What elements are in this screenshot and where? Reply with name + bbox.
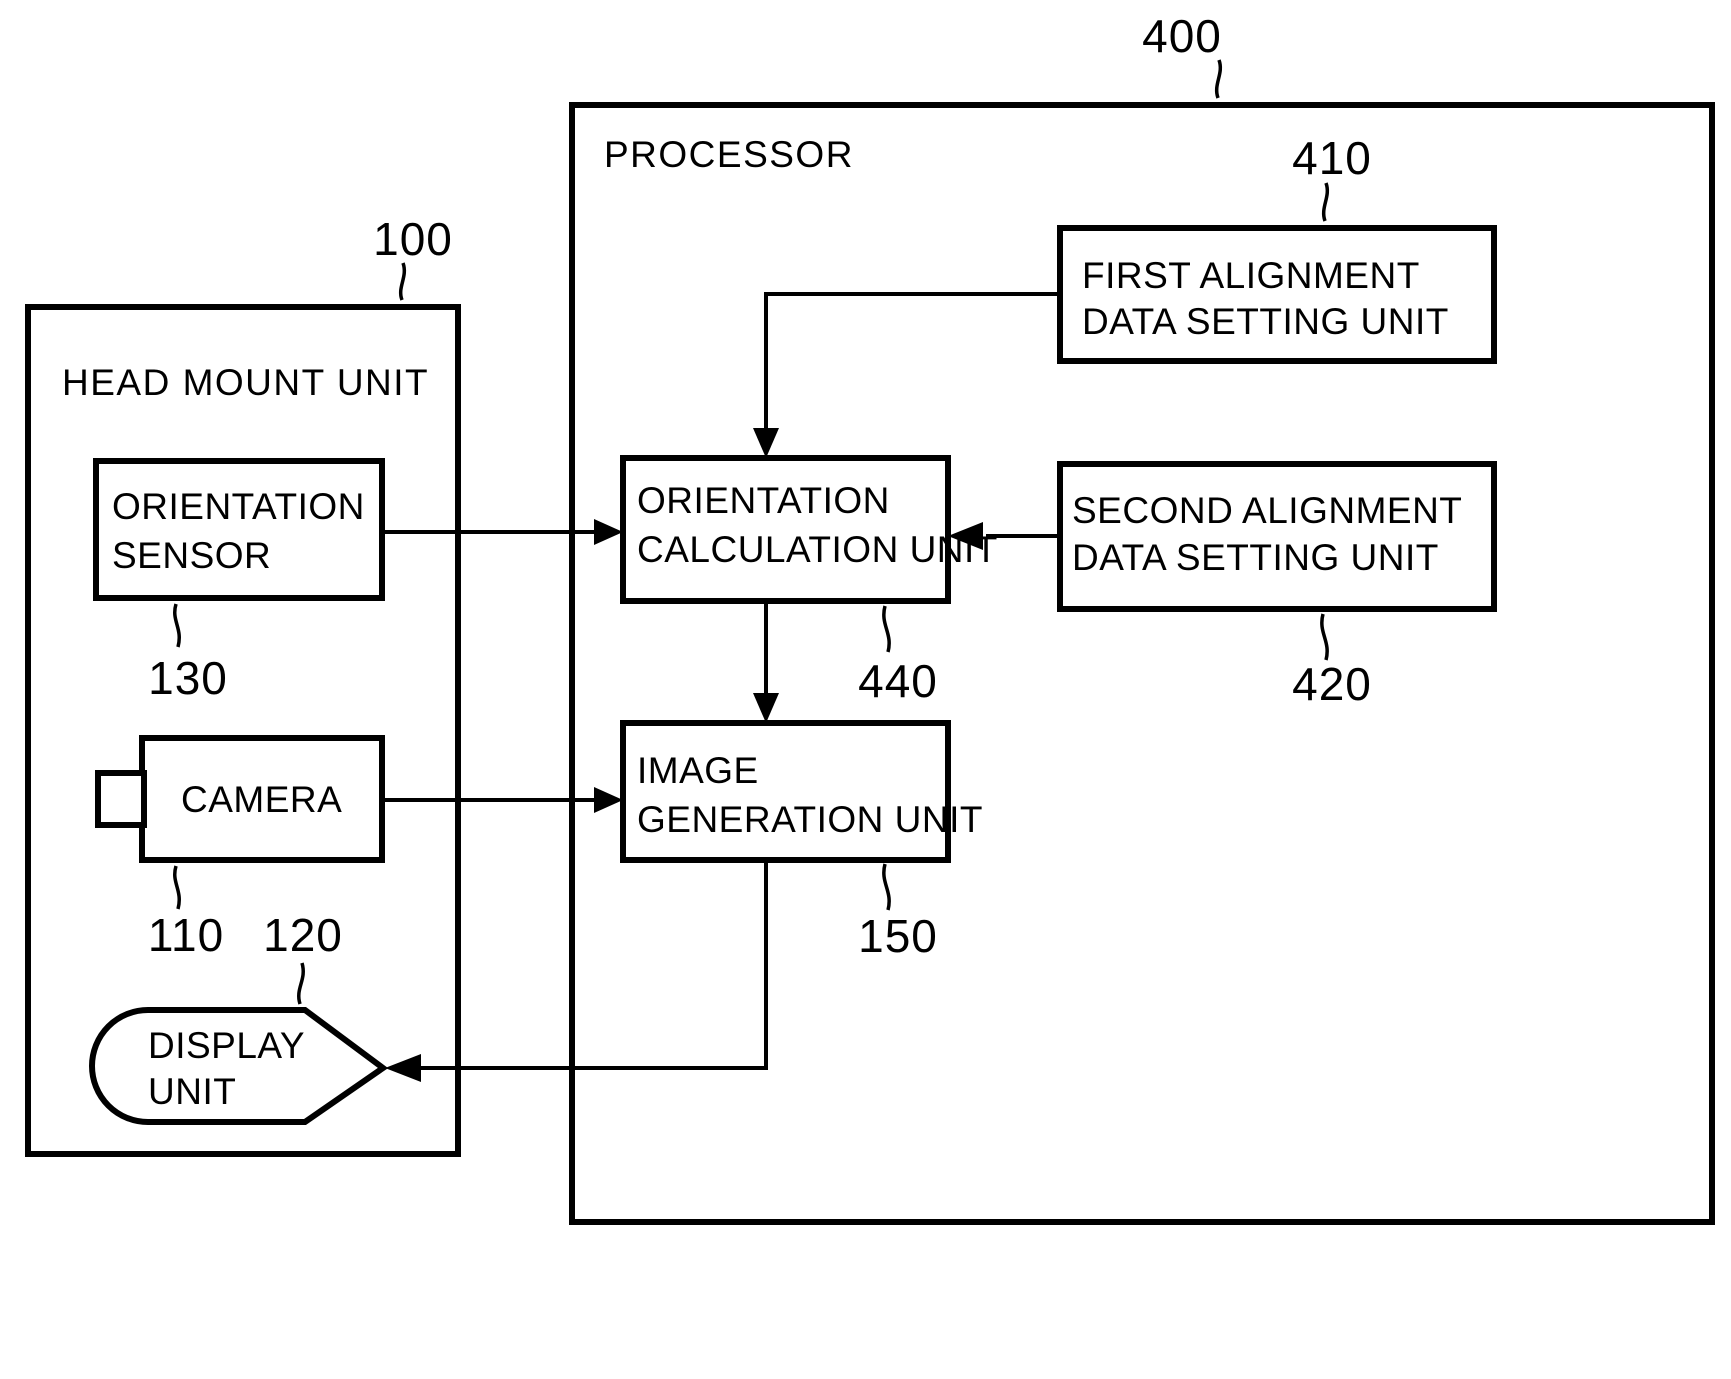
orientation-sensor-label-line2: SENSOR xyxy=(112,535,271,576)
arrowhead-image-gen-to-display-unit xyxy=(385,1054,421,1082)
leader-line-400 xyxy=(1215,59,1222,99)
ref-numeral-440: 440 xyxy=(858,655,938,707)
ref-numeral-400: 400 xyxy=(1142,10,1222,62)
leader-line-130 xyxy=(173,603,181,648)
image-generation-label-line1: IMAGE xyxy=(637,750,759,791)
camera-label: CAMERA xyxy=(181,779,342,820)
ref-numeral-420: 420 xyxy=(1292,658,1372,710)
processor-label: PROCESSOR xyxy=(604,134,854,175)
display-unit-label-line1: DISPLAY xyxy=(148,1025,305,1066)
block-diagram: PROCESSOR 400 HEAD MOUNT UNIT 100 ORIENT… xyxy=(25,10,1715,1225)
leader-line-420 xyxy=(1320,613,1329,661)
leader-line-110 xyxy=(173,865,181,910)
ref-numeral-150: 150 xyxy=(858,910,938,962)
first-alignment-label-line2: DATA SETTING UNIT xyxy=(1082,301,1449,342)
leader-line-120 xyxy=(297,962,305,1005)
ref-numeral-100: 100 xyxy=(373,213,453,265)
arrowhead-sensor-to-orientation-calc xyxy=(594,519,623,545)
ref-numeral-110: 110 xyxy=(148,909,224,961)
first-alignment-label-line1: FIRST ALIGNMENT xyxy=(1082,255,1420,296)
orientation-calculation-label-line2: CALCULATION UNIT xyxy=(637,529,998,570)
ref-numeral-410: 410 xyxy=(1292,132,1372,184)
orientation-sensor-box xyxy=(93,458,385,601)
camera-lens-icon xyxy=(95,770,147,828)
display-unit-label-line2: UNIT xyxy=(148,1071,236,1112)
arrowhead-orientation-calc-to-image-gen xyxy=(753,693,779,723)
second-alignment-label-line2: DATA SETTING UNIT xyxy=(1072,537,1439,578)
connector-first-alignment-to-orientation-calc xyxy=(764,292,1060,434)
patent-figure-canvas: PROCESSOR 400 HEAD MOUNT UNIT 100 ORIENT… xyxy=(0,0,1731,1379)
leader-line-440 xyxy=(882,605,891,653)
orientation-calculation-label-line1: ORIENTATION xyxy=(637,480,890,521)
ref-numeral-120: 120 xyxy=(263,909,343,961)
arrowhead-first-alignment-to-orientation-calc xyxy=(753,428,779,458)
leader-line-150 xyxy=(882,863,891,911)
connector-image-gen-to-display-unit xyxy=(420,860,768,1070)
arrowhead-camera-to-image-gen xyxy=(594,787,623,813)
second-alignment-label-line1: SECOND ALIGNMENT xyxy=(1072,490,1462,531)
image-generation-label-line2: GENERATION UNIT xyxy=(637,799,983,840)
head-mount-unit-label: HEAD MOUNT UNIT xyxy=(62,362,429,403)
orientation-sensor-label-line1: ORIENTATION xyxy=(112,486,365,527)
ref-numeral-130: 130 xyxy=(148,652,228,704)
leader-line-410 xyxy=(1322,182,1329,222)
leader-line-100 xyxy=(399,262,406,301)
